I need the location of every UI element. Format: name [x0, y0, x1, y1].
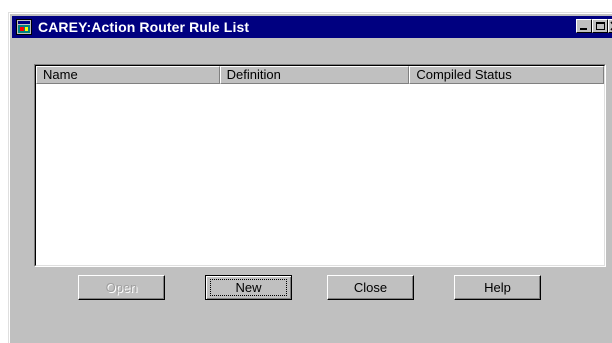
open-button[interactable]: Open [78, 275, 165, 300]
rule-list-window: CAREY:Action Router Rule List Name Defin… [8, 12, 612, 343]
close-window-button[interactable] [608, 19, 612, 33]
window-title: CAREY:Action Router Rule List [38, 19, 250, 35]
list-header: Name Definition Compiled Status [36, 66, 604, 84]
app-window-icon[interactable] [16, 19, 32, 35]
column-header-name[interactable]: Name [36, 66, 220, 84]
focus-rectangle [210, 279, 287, 296]
title-bar[interactable]: CAREY:Action Router Rule List [12, 16, 612, 38]
column-header-compiled-status[interactable]: Compiled Status [409, 66, 604, 84]
column-header-definition[interactable]: Definition [219, 66, 410, 84]
minimize-icon [580, 28, 587, 30]
help-button[interactable]: Help [454, 275, 541, 300]
maximize-button[interactable] [592, 19, 608, 33]
close-button[interactable]: Close [327, 275, 414, 300]
maximize-icon [596, 22, 605, 30]
rule-list-view[interactable]: Name Definition Compiled Status [34, 64, 606, 267]
minimize-button[interactable] [576, 19, 592, 33]
new-button[interactable]: New [205, 275, 292, 300]
